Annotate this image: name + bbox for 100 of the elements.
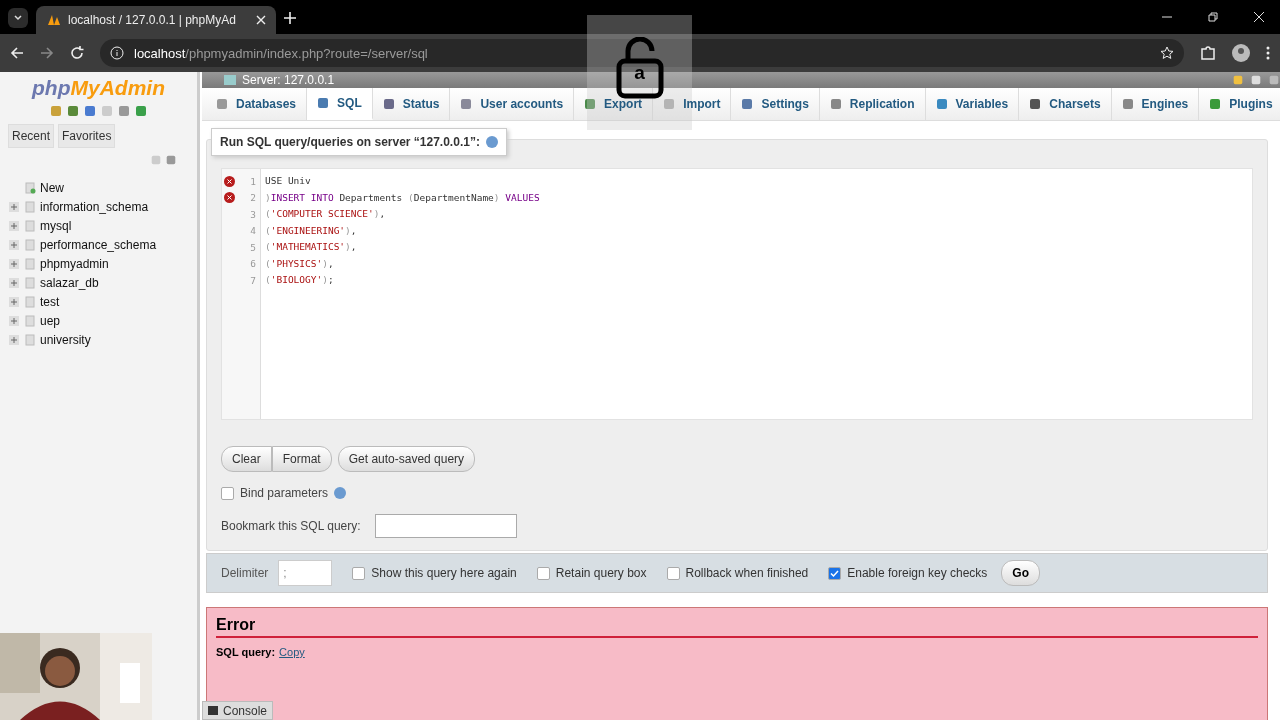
go-button[interactable]: Go: [1001, 560, 1041, 586]
logo[interactable]: phpMyAdmin: [0, 76, 197, 100]
code-line: ('COMPUTER SCIENCE'),: [265, 207, 387, 221]
toolbar-icon: [117, 104, 131, 118]
sql-query-label: SQL query:: [216, 646, 276, 658]
code-line: USE Univ: [265, 174, 312, 188]
delimiter-label: Delimiter: [220, 566, 270, 580]
error-title: Error: [216, 616, 1258, 638]
checkbox-label: Retain query box: [555, 566, 647, 580]
server-breadcrumb[interactable]: Server: 127.0.0.1: [242, 73, 335, 87]
nav-tab[interactable]: Import: [653, 88, 732, 120]
tab-icon: [829, 98, 842, 110]
expand-icon[interactable]: [8, 277, 20, 289]
checkbox[interactable]: [352, 566, 366, 580]
database-link[interactable]: uep: [40, 314, 61, 328]
tab-icon: [382, 98, 395, 110]
nav-tab[interactable]: Settings: [731, 88, 820, 120]
tab-icon: [317, 97, 330, 109]
code-line: ('PHYSICS'),: [265, 256, 335, 271]
nav-tab[interactable]: Plugins: [1199, 88, 1280, 120]
nav-tab[interactable]: User accounts: [450, 88, 575, 120]
help-icon[interactable]: [485, 136, 498, 148]
database-icon: [24, 239, 36, 251]
toolbar-icon: [66, 104, 80, 118]
nav-tab[interactable]: Engines: [1111, 88, 1200, 120]
star-icon[interactable]: [1160, 46, 1174, 60]
back-icon[interactable]: [10, 46, 24, 60]
database-link[interactable]: New: [40, 181, 64, 195]
expand-icon[interactable]: [8, 220, 20, 232]
clear-button[interactable]: Clear: [221, 446, 272, 472]
database-link[interactable]: performance_schema: [40, 238, 157, 252]
toolbar-icon: [83, 104, 97, 118]
checkbox[interactable]: [666, 566, 680, 580]
sidebar-tab[interactable]: Favorites: [58, 124, 116, 148]
checkbox-label: Bind parameters: [240, 486, 329, 500]
browser-tab[interactable]: localhost / 127.0.0.1 | phpMyAd: [36, 6, 276, 34]
tab-icon: [1029, 98, 1042, 110]
console-icon: [208, 706, 218, 715]
expand-icon[interactable]: [8, 239, 20, 251]
nav-tab[interactable]: Variables: [925, 88, 1020, 120]
close-icon[interactable]: [256, 15, 266, 25]
database-icon: [24, 220, 36, 232]
close-icon[interactable]: [1254, 12, 1264, 22]
code-line: ('MATHEMATICS'),: [265, 240, 358, 254]
line-number: 4: [250, 225, 256, 237]
forward-icon[interactable]: [40, 46, 54, 60]
nav-tab[interactable]: SQL: [307, 88, 373, 120]
checkbox-label: Enable foreign key checks: [847, 566, 988, 580]
address-bar[interactable]: localhost/phpmyadmin/index.php?route=/server/sql: [100, 39, 1184, 67]
new-tab-icon[interactable]: [284, 12, 296, 24]
menu-icon[interactable]: [1266, 46, 1270, 60]
expand-icon[interactable]: [8, 315, 20, 327]
format-button[interactable]: Format: [271, 446, 332, 472]
new-database-icon: [24, 182, 36, 194]
toolbar-icon: [49, 104, 63, 118]
database-link[interactable]: test: [40, 295, 60, 309]
nav-tab[interactable]: Charsets: [1019, 88, 1112, 120]
line-number: 6: [250, 258, 256, 270]
bookmark-field[interactable]: [374, 514, 517, 538]
database-link[interactable]: university: [40, 333, 91, 347]
restore-icon[interactable]: [1208, 12, 1218, 22]
avatar-icon[interactable]: [1232, 44, 1250, 62]
auto-saved-query-button[interactable]: Get auto-saved query: [337, 446, 476, 472]
sail-logo-icon: [46, 13, 62, 27]
sql-editor[interactable]: 1 2 3 4 5 6 7 USE Univ )INSERT INTO Departments (DepartmentName) VALUES ('COMPUTER SCIENCE'), ('ENGINEERING'), ('MATHEMATICS'), ('PHYSICS'), ('BIOLOGY');: [221, 168, 1253, 420]
sidebar-tab[interactable]: Recent: [8, 124, 55, 148]
nav-tab[interactable]: Status: [372, 88, 451, 120]
checkbox[interactable]: [221, 486, 234, 500]
nav-tab[interactable]: Export: [574, 88, 654, 120]
chevron-icon: [13, 13, 23, 23]
code-line: ('BIOLOGY');: [265, 273, 335, 287]
database-icon: [24, 296, 36, 308]
line-number: 2: [250, 192, 256, 204]
tab-list-button[interactable]: [8, 8, 28, 28]
checkbox[interactable]: [536, 566, 550, 580]
checkbox[interactable]: [828, 566, 842, 580]
reload-icon[interactable]: [70, 46, 84, 60]
copy-link[interactable]: Copy: [279, 646, 305, 658]
expand-icon[interactable]: [8, 334, 20, 346]
expand-icon[interactable]: [8, 296, 20, 308]
line-number: 5: [250, 241, 256, 253]
delimiter-field[interactable]: ;: [278, 560, 333, 586]
expand-icon[interactable]: [8, 258, 20, 270]
tab-icon: [584, 98, 597, 110]
extensions-icon[interactable]: [1200, 45, 1216, 61]
tab-icon: [1209, 98, 1222, 110]
console-button[interactable]: Console: [202, 701, 274, 720]
code-line: )INSERT INTO Departments (DepartmentName) VALUES: [265, 190, 541, 205]
tab-icon: [935, 98, 948, 110]
database-link[interactable]: salazar_db: [40, 276, 99, 290]
expand-icon[interactable]: [8, 201, 20, 213]
panel-title: Run SQL query/queries on server “127.0.0.1”:: [220, 135, 480, 149]
help-icon[interactable]: [334, 487, 347, 499]
server-icon: [224, 75, 236, 85]
checkbox-label: Rollback when finished: [685, 566, 809, 580]
database-link[interactable]: mysql: [40, 219, 72, 233]
database-link[interactable]: information_schema: [40, 200, 149, 214]
bookmark-label: Bookmark this SQL query:: [221, 519, 361, 533]
database-link[interactable]: phpmyadmin: [40, 257, 109, 271]
nav-tab[interactable]: Replication: [819, 88, 926, 120]
